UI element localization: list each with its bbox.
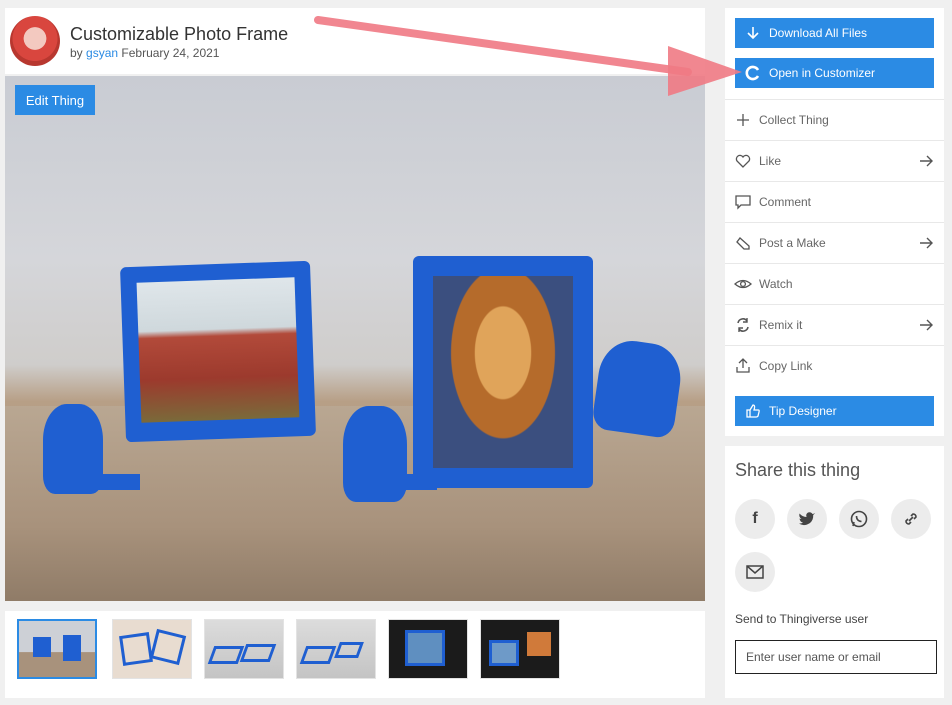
twitter-icon xyxy=(798,512,816,531)
download-icon xyxy=(745,25,761,41)
byline-prefix: by xyxy=(70,46,83,60)
share-upload-icon xyxy=(734,357,752,375)
byline: by gsyan February 24, 2021 xyxy=(70,46,219,60)
bear-figure-right xyxy=(590,336,686,440)
facebook-share-button[interactable]: f xyxy=(735,499,775,539)
comment-row[interactable]: Comment xyxy=(725,181,944,222)
like-row[interactable]: Like xyxy=(725,140,944,181)
link-icon xyxy=(902,513,920,532)
send-to-user-input[interactable] xyxy=(735,640,937,674)
heart-icon xyxy=(734,152,752,170)
whatsapp-share-button[interactable] xyxy=(839,499,879,539)
publish-date: February 24, 2021 xyxy=(121,46,220,60)
watch-row[interactable]: Watch xyxy=(725,263,944,304)
tip-designer-label: Tip Designer xyxy=(769,404,837,418)
open-in-customizer-label: Open in Customizer xyxy=(769,66,876,80)
mail-icon xyxy=(746,565,764,583)
thing-main-column: Customizable Photo Frame by gsyan Februa… xyxy=(5,8,705,698)
remix-icon xyxy=(734,316,752,334)
thumbnail-strip xyxy=(5,611,705,698)
open-in-customizer-button[interactable]: Open in Customizer xyxy=(735,58,934,88)
post-a-make-row[interactable]: Post a Make xyxy=(725,222,944,263)
copy-link-share-button[interactable] xyxy=(891,499,931,539)
thumbnail-6[interactable] xyxy=(480,619,560,679)
photo-frame-left xyxy=(120,260,316,443)
comment-label: Comment xyxy=(759,195,812,209)
thumbnail-2[interactable] xyxy=(112,619,192,679)
twitter-share-button[interactable] xyxy=(787,499,827,539)
share-title: Share this thing xyxy=(735,460,861,480)
avatar[interactable] xyxy=(10,16,60,66)
frame-stand-right xyxy=(397,474,437,490)
copy-link-label: Copy Link xyxy=(759,359,813,373)
download-all-files-button[interactable]: Download All Files xyxy=(735,18,934,48)
thumbs-up-icon xyxy=(745,403,761,419)
facebook-icon: f xyxy=(752,510,758,527)
download-all-files-label: Download All Files xyxy=(769,26,868,40)
share-panel: Share this thing f Send to Thingiverse u… xyxy=(725,446,944,698)
arrow-right-icon xyxy=(918,234,934,252)
page-title: Customizable Photo Frame xyxy=(70,24,289,44)
make-icon xyxy=(734,234,752,252)
thing-header: Customizable Photo Frame by gsyan Februa… xyxy=(5,8,705,74)
thumbnail-3[interactable] xyxy=(204,619,284,679)
collect-thing-row[interactable]: Collect Thing xyxy=(725,99,944,140)
whatsapp-icon xyxy=(849,510,869,533)
photo-frame-right xyxy=(413,256,593,488)
remix-it-row[interactable]: Remix it xyxy=(725,304,944,345)
collect-thing-label: Collect Thing xyxy=(759,113,829,127)
thumbnail-4[interactable] xyxy=(296,619,376,679)
edit-thing-button[interactable]: Edit Thing xyxy=(15,85,95,115)
actions-panel: Download All Files Open in Customizer Co… xyxy=(725,8,944,436)
remix-it-label: Remix it xyxy=(759,318,803,332)
send-to-user-label: Send to Thingiverse user xyxy=(735,612,869,626)
customizer-icon xyxy=(745,65,761,81)
copy-link-row[interactable]: Copy Link xyxy=(725,345,944,386)
main-photo[interactable]: Edit Thing xyxy=(5,76,705,601)
arrow-right-icon xyxy=(918,152,934,170)
watch-label: Watch xyxy=(759,277,793,291)
eye-icon xyxy=(734,275,752,293)
tip-designer-button[interactable]: Tip Designer xyxy=(735,396,934,426)
thumbnail-5[interactable] xyxy=(388,619,468,679)
arrow-right-icon xyxy=(918,316,934,334)
post-a-make-label: Post a Make xyxy=(759,236,826,250)
author-link[interactable]: gsyan xyxy=(86,46,118,60)
email-share-button[interactable] xyxy=(735,552,775,592)
frame-stand-left xyxy=(90,474,140,490)
thumbnail-1[interactable] xyxy=(17,619,97,679)
like-label: Like xyxy=(759,154,782,168)
comment-icon xyxy=(734,193,752,211)
plus-icon xyxy=(734,111,752,129)
